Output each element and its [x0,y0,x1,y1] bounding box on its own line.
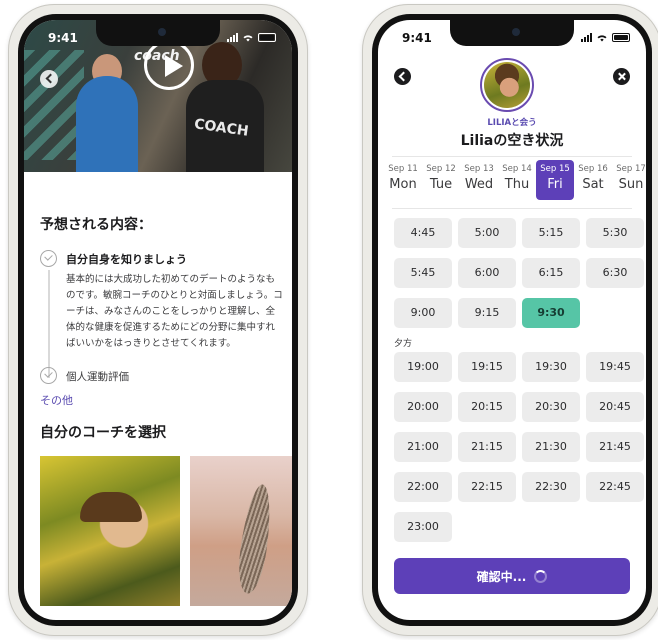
day-weekday: Fri [547,177,563,192]
battery-icon [258,33,276,42]
availability-title: Liliaの空き状況 [460,133,564,149]
choose-coach-heading: 自分のコーチを選択 [40,425,166,441]
expect-item-title: 自分自身を知りましょう [66,253,187,266]
check-circle-icon [40,367,57,384]
time-slot[interactable]: 23:00 [394,512,452,542]
phone-screen: coach COACH 9:41 予想される内容： 自分自身を知りましょう 基本… [18,14,298,626]
time-slot[interactable]: 21:45 [586,432,644,462]
coach-intro-screen: coach COACH 9:41 予想される内容： 自分自身を知りましょう 基本… [24,20,292,620]
time-slot[interactable]: 5:45 [394,258,452,288]
day-option[interactable]: Sep 17 Sun [612,160,646,200]
day-date: Sep 13 [464,164,494,174]
time-slot[interactable]: 20:15 [458,392,516,422]
coach-card-photo[interactable] [40,456,180,606]
day-weekday: Wed [464,177,494,192]
day-date: Sep 16 [578,164,608,174]
wifi-icon [597,35,607,42]
battery-icon [612,33,630,42]
time-slot[interactable]: 9:00 [394,298,452,328]
day-weekday: Sun [618,177,644,192]
phone-left: coach COACH 9:41 予想される内容： 自分自身を知りましょう 基本… [8,4,308,636]
time-slot[interactable]: 22:15 [458,472,516,502]
day-picker: Sep 11 Mon Sep 12 Tue Sep 13 Wed Sep 14 Thu Sep … [384,160,646,204]
time-slot[interactable]: 9:30 [522,298,580,328]
confirm-label: 確認中... [476,569,527,584]
status-time: 9:41 [402,31,432,45]
check-circle-icon [40,250,57,267]
back-icon[interactable] [40,70,58,88]
close-icon[interactable] [613,68,630,85]
expect-item-description: 基本的には大成功した初めてのデートのようなものです。敏腕コーチのひとりと対面しま… [66,274,283,349]
status-time: 9:41 [48,31,78,45]
divider [392,208,632,209]
notch [96,20,220,46]
time-slot[interactable]: 19:15 [458,352,516,382]
day-option[interactable]: Sep 13 Wed [460,160,498,200]
day-date: Sep 15 [540,164,570,174]
time-slot[interactable]: 5:30 [586,218,644,248]
day-option[interactable]: Sep 15 Fri [536,160,574,200]
time-slot[interactable]: 6:15 [522,258,580,288]
day-weekday: Thu [504,177,530,192]
confirm-button[interactable]: 確認中... [394,558,630,594]
time-slot[interactable]: 20:45 [586,392,644,422]
more-link[interactable]: その他 [40,392,73,408]
phone-screen: 9:41 LILIAと会う Liliaの空き状況 Sep 11 Mon Sep 12… [372,14,652,626]
time-slot[interactable]: 20:00 [394,392,452,422]
day-date: Sep 12 [426,164,456,174]
phone-right: 9:41 LILIAと会う Liliaの空き状況 Sep 11 Mon Sep 12… [362,4,658,636]
day-option[interactable]: Sep 12 Tue [422,160,460,200]
evening-label: 夕方 [394,339,413,349]
time-slot[interactable]: 22:00 [394,472,452,502]
time-slot[interactable]: 22:30 [522,472,580,502]
time-slot[interactable]: 21:00 [394,432,452,462]
coach-person [76,76,138,172]
divider [392,156,632,157]
day-weekday: Tue [429,177,453,192]
time-slot[interactable]: 5:15 [522,218,580,248]
time-slot[interactable]: 6:30 [586,258,644,288]
time-slot[interactable]: 5:00 [458,218,516,248]
time-slot[interactable]: 21:15 [458,432,516,462]
time-slot[interactable]: 22:45 [586,472,644,502]
day-date: Sep 17 [616,164,646,174]
day-date: Sep 14 [502,164,532,174]
availability-screen: 9:41 LILIAと会う Liliaの空き状況 Sep 11 Mon Sep 12… [378,20,646,620]
day-option[interactable]: Sep 14 Thu [498,160,536,200]
intro-content: 予想される内容： 自分自身を知りましょう 基本的には大成功した初めてのデートのよ… [24,172,292,620]
time-slot[interactable]: 19:45 [586,352,644,382]
day-option[interactable]: Sep 11 Mon [384,160,422,200]
day-weekday: Mon [389,177,417,192]
signal-icon [227,33,238,42]
timeline-line [48,270,50,378]
time-slot[interactable]: 19:30 [522,352,580,382]
expect-item-title: 個人運動評価 [66,371,129,383]
time-slot[interactable]: 4:45 [394,218,452,248]
time-slot[interactable]: 6:00 [458,258,516,288]
day-date: Sep 11 [388,164,418,174]
time-slot[interactable]: 21:30 [522,432,580,462]
meet-label: LILIAと会う [487,118,537,128]
time-slot[interactable]: 20:30 [522,392,580,422]
expect-heading: 予想される内容： [40,217,152,233]
coach-card-photo[interactable] [190,456,292,606]
spinner-icon [534,569,548,583]
day-option[interactable]: Sep 16 Sat [574,160,612,200]
wifi-icon [243,35,253,42]
signal-icon [581,33,592,42]
time-slot[interactable]: 19:00 [394,352,452,382]
notch [450,20,574,46]
backdrop-pattern [24,50,84,160]
coach-avatar [480,58,534,112]
day-weekday: Sat [582,177,604,192]
back-icon[interactable] [394,68,411,85]
time-slot[interactable]: 9:15 [458,298,516,328]
